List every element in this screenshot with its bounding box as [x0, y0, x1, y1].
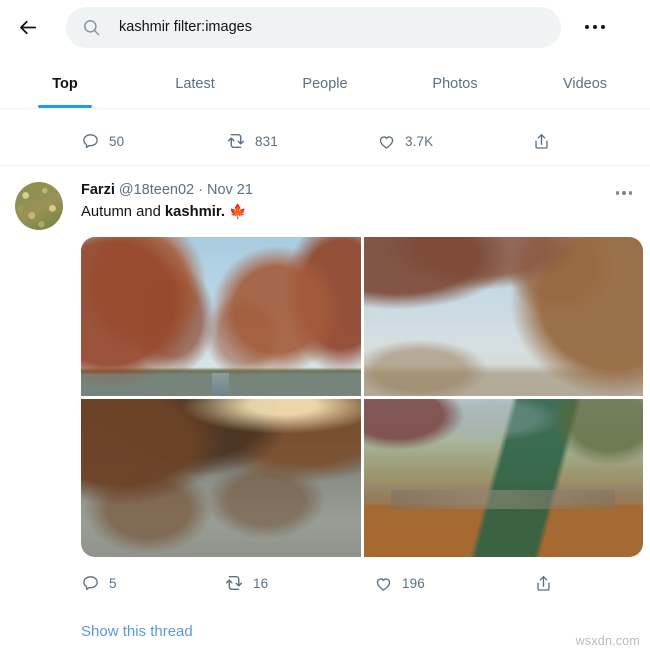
display-name[interactable]: Farzi [81, 182, 115, 198]
more-dot [615, 191, 620, 195]
tab-people[interactable]: People [260, 60, 390, 108]
like-button[interactable]: 196 [374, 566, 425, 600]
share-button[interactable] [534, 566, 553, 600]
reply-button[interactable]: 50 [81, 124, 124, 158]
tab-videos[interactable]: Videos [520, 60, 650, 108]
media-image-3[interactable] [81, 398, 361, 557]
retweet-icon [227, 133, 245, 149]
more-dot [628, 191, 633, 195]
twitter-search-results-screen: Top Latest People Photos Videos 50 [0, 0, 650, 654]
more-dot [622, 191, 626, 195]
tweet-text-highlight: kashmir. [164, 204, 225, 220]
tweet-divider [0, 165, 650, 166]
tab-latest[interactable]: Latest [130, 60, 260, 108]
separator: · [198, 182, 203, 198]
maple-leaf-emoji: 🍁 [228, 203, 247, 219]
tab-label: Photos [432, 76, 478, 92]
reply-count: 5 [109, 575, 117, 591]
watermark: wsxdn.com [575, 634, 640, 648]
top-bar [0, 0, 650, 54]
top-more-button[interactable] [575, 7, 615, 47]
share-upload-icon [537, 575, 550, 591]
search-input[interactable] [119, 19, 545, 35]
tab-label: Videos [562, 76, 608, 92]
tab-top[interactable]: Top [0, 60, 130, 108]
search-icon [84, 19, 100, 35]
media-image-2[interactable] [363, 237, 643, 396]
search-tabs: Top Latest People Photos Videos [0, 60, 650, 108]
reply-count: 50 [109, 133, 125, 149]
media-image-4[interactable] [363, 398, 643, 557]
like-button[interactable]: 3.7K [377, 124, 433, 158]
tweet-media-grid [81, 237, 643, 557]
tabs-divider [0, 108, 650, 109]
tweet-action-bar: 5 16 196 [0, 566, 650, 600]
media-image-1[interactable] [81, 237, 361, 396]
user-handle[interactable]: @18teen02 [119, 182, 194, 198]
show-this-thread-link[interactable]: Show this thread [81, 623, 193, 640]
more-dot [600, 24, 605, 30]
tab-label: Top [52, 76, 78, 92]
more-dot [585, 24, 590, 30]
tweet-text: Autumn and kashmir. 🍁 [81, 203, 246, 220]
avatar[interactable] [15, 182, 63, 230]
previous-tweet-action-bar: 50 831 3.7K [0, 124, 650, 158]
back-button[interactable] [8, 7, 48, 47]
more-dot [592, 24, 598, 30]
share-upload-icon [535, 133, 548, 149]
retweet-button[interactable]: 831 [226, 124, 278, 158]
heart-icon [379, 135, 394, 149]
like-count: 196 [402, 575, 425, 591]
reply-icon [83, 575, 98, 590]
tweet-more-button[interactable] [608, 181, 640, 205]
back-arrow-icon [19, 20, 36, 34]
retweet-count: 16 [253, 575, 269, 591]
share-button[interactable] [532, 124, 551, 158]
retweet-icon [225, 575, 243, 591]
tab-label: Latest [175, 76, 215, 92]
search-bar[interactable] [66, 6, 561, 48]
tweet-date[interactable]: Nov 21 [207, 182, 253, 198]
retweet-button[interactable]: 16 [224, 566, 268, 600]
tweet-text-plain: Autumn and [81, 204, 165, 220]
like-count: 3.7K [405, 133, 434, 149]
tab-label: People [302, 76, 348, 92]
reply-icon [83, 133, 98, 148]
tab-photos[interactable]: Photos [390, 60, 520, 108]
tweet-header: Farzi @18teen02 · Nov 21 [81, 182, 253, 198]
retweet-count: 831 [255, 133, 278, 149]
heart-icon [376, 577, 391, 591]
reply-button[interactable]: 5 [81, 566, 117, 600]
